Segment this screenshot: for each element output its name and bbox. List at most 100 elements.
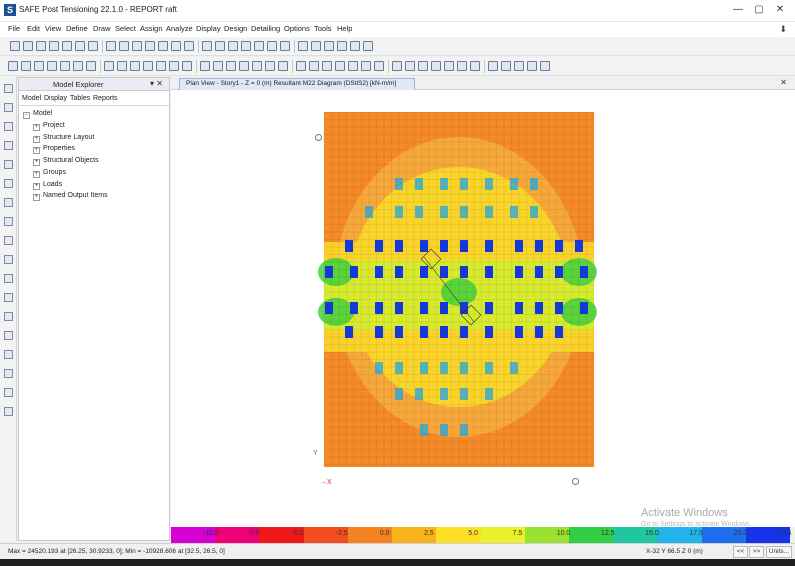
menu-display[interactable]: Display xyxy=(196,24,221,33)
expand-icon[interactable]: + xyxy=(33,194,40,201)
close-view-icon[interactable]: ✕ xyxy=(780,78,787,87)
collapse-icon[interactable]: − xyxy=(23,112,30,119)
report-icon[interactable] xyxy=(431,61,441,71)
save-icon[interactable] xyxy=(34,61,44,71)
options-icon[interactable] xyxy=(309,61,319,71)
assign-icon[interactable] xyxy=(350,41,360,51)
expand-icon[interactable]: + xyxy=(33,183,40,190)
zoom-all-icon[interactable] xyxy=(171,41,181,51)
draw-tendon-icon[interactable] xyxy=(4,274,13,283)
zoom-in-icon[interactable] xyxy=(132,41,142,51)
forces-icon[interactable] xyxy=(488,61,498,71)
chart-icon[interactable] xyxy=(405,61,415,71)
tree-item-named-output-items[interactable]: + Named Output Items xyxy=(33,192,108,201)
refresh-icon[interactable] xyxy=(202,41,212,51)
new-icon[interactable] xyxy=(514,61,524,71)
new-icon[interactable] xyxy=(8,61,18,71)
menu-define[interactable]: Define xyxy=(66,24,88,33)
plan-view-icon[interactable] xyxy=(226,61,236,71)
model-explorer-controls[interactable]: ▾ ✕ xyxy=(150,79,163,88)
minimize-button[interactable]: — xyxy=(728,3,748,17)
draw-area-icon[interactable] xyxy=(4,141,13,150)
pencil-icon[interactable] xyxy=(73,61,83,71)
menu-design[interactable]: Design xyxy=(224,24,247,33)
tree-item-project[interactable]: + Project xyxy=(33,122,65,131)
pointer-icon[interactable] xyxy=(106,41,116,51)
pointer-icon[interactable] xyxy=(104,61,114,71)
rotate-icon[interactable] xyxy=(252,61,262,71)
open-icon[interactable] xyxy=(527,61,537,71)
next-button[interactable]: >> xyxy=(749,546,764,558)
tab-display[interactable]: Display xyxy=(44,95,67,102)
draw-point-load-icon[interactable] xyxy=(4,293,13,302)
snap-icon[interactable] xyxy=(4,369,13,378)
menu-file[interactable]: File xyxy=(8,24,20,33)
assign-icon[interactable] xyxy=(348,61,358,71)
3d-view-icon[interactable] xyxy=(215,41,225,51)
dimension-icon[interactable] xyxy=(4,350,13,359)
rebar-icon[interactable] xyxy=(4,407,13,416)
layer-icon[interactable] xyxy=(267,41,277,51)
elevation-icon[interactable] xyxy=(241,41,251,51)
zoom-all-icon[interactable] xyxy=(169,61,179,71)
run-icon[interactable] xyxy=(363,41,373,51)
menu-help[interactable]: Help xyxy=(337,24,352,33)
expand-icon[interactable]: + xyxy=(33,171,40,178)
draw-opening-icon[interactable] xyxy=(4,236,13,245)
expand-icon[interactable]: + xyxy=(33,159,40,166)
display-icon[interactable] xyxy=(298,41,308,51)
menu-tools[interactable]: Tools xyxy=(314,24,332,33)
object-icon[interactable] xyxy=(335,61,345,71)
menu-analyze[interactable]: Analyze xyxy=(166,24,193,33)
draw-line-icon[interactable] xyxy=(4,122,13,131)
open-icon[interactable] xyxy=(23,41,33,51)
deformed-icon[interactable] xyxy=(470,61,480,71)
object-icon[interactable] xyxy=(337,41,347,51)
redo-icon[interactable] xyxy=(60,61,70,71)
3d-view-icon[interactable] xyxy=(213,61,223,71)
draw-beam-icon[interactable] xyxy=(4,179,13,188)
draw-wall-icon[interactable] xyxy=(4,198,13,207)
select-pointer-icon[interactable] xyxy=(4,84,13,93)
tree-item-properties[interactable]: + Properties xyxy=(33,145,75,154)
rotate-icon[interactable] xyxy=(254,41,264,51)
stress-icon[interactable] xyxy=(501,61,511,71)
tab-plan-view[interactable]: Plan View - Story1 - Z = 0 (m) Resultant… xyxy=(179,78,415,90)
menu-options[interactable]: Options xyxy=(284,24,310,33)
draw-area-load-icon[interactable] xyxy=(4,331,13,340)
grid-line-icon[interactable] xyxy=(4,388,13,397)
grid-icon[interactable] xyxy=(324,41,334,51)
zoom-prev-icon[interactable] xyxy=(156,61,166,71)
menu-select[interactable]: Select xyxy=(115,24,136,33)
open-icon[interactable] xyxy=(21,61,31,71)
undo-icon[interactable] xyxy=(47,61,57,71)
zoom-out-icon[interactable] xyxy=(145,41,155,51)
draw-line-load-icon[interactable] xyxy=(4,312,13,321)
new-icon[interactable] xyxy=(10,41,20,51)
zoom-window-icon[interactable] xyxy=(119,41,129,51)
detail-icon[interactable] xyxy=(418,61,428,71)
zoom-in-icon[interactable] xyxy=(130,61,140,71)
maximize-button[interactable]: ▢ xyxy=(749,3,769,17)
layer-icon[interactable] xyxy=(265,61,275,71)
undo-icon[interactable] xyxy=(49,41,59,51)
pan-icon[interactable] xyxy=(182,61,192,71)
tree-root-model[interactable]: − Model xyxy=(23,110,52,119)
elevation-icon[interactable] xyxy=(239,61,249,71)
zoom-prev-icon[interactable] xyxy=(158,41,168,51)
units-button[interactable]: Units... xyxy=(766,546,792,558)
options-icon[interactable] xyxy=(311,41,321,51)
tab-model[interactable]: Model xyxy=(22,95,41,102)
zoom-window-icon[interactable] xyxy=(117,61,127,71)
expand-icon[interactable]: + xyxy=(33,136,40,143)
pan-icon[interactable] xyxy=(184,41,194,51)
design-icon[interactable] xyxy=(374,61,384,71)
grid-icon[interactable] xyxy=(322,61,332,71)
menu-assign[interactable]: Assign xyxy=(140,24,163,33)
table-icon[interactable] xyxy=(392,61,402,71)
menu-view[interactable]: View xyxy=(45,24,61,33)
save-icon[interactable] xyxy=(540,61,550,71)
check-icon[interactable] xyxy=(444,61,454,71)
tree-item-groups[interactable]: + Groups xyxy=(33,169,66,178)
tree-item-structural-objects[interactable]: + Structural Objects xyxy=(33,157,99,166)
